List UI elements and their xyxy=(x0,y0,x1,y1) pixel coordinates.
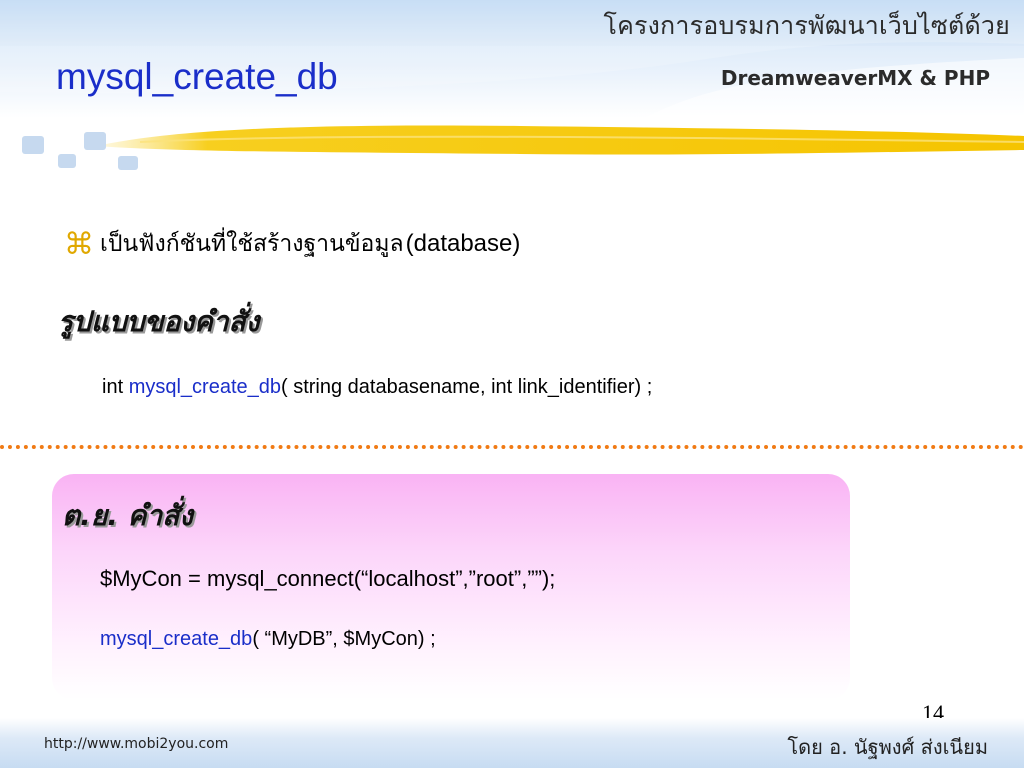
yellow-brush-stroke xyxy=(96,125,1024,155)
syntax-function-name: mysql_create_db xyxy=(128,376,281,398)
footer-author: โดย อ. นัฐพงศ์ ส่งเนียม xyxy=(787,735,988,759)
bullet-thai-text: เป็นฟังก์ชันที่ใช้สร้างฐานข้อมูล xyxy=(100,231,404,257)
example-heading: ต.ย. คำสั่ง xyxy=(62,499,193,532)
bullet-description: ⌘ เป็นฟังก์ชันที่ใช้สร้างฐานข้อมูล (data… xyxy=(64,226,520,262)
brand-subtitle: DreamweaverMX & PHP xyxy=(720,66,990,90)
example-code-line-1: $MyCon = mysql_connect(“localhost”,”root… xyxy=(100,566,556,591)
bullet-paren-text: (database) xyxy=(405,230,521,257)
slide-title: mysql_create_db xyxy=(56,56,338,97)
example-function-args: ( “MyDB”, $MyCon) ; xyxy=(252,628,436,650)
footer-url: http://www.mobi2you.com xyxy=(44,736,229,752)
syntax-params: ( string databasename, int link_identifi… xyxy=(281,376,653,398)
example-code-line-2: mysql_create_db( “MyDB”, $MyCon) ; xyxy=(100,628,436,651)
command-bullet-icon: ⌘ xyxy=(64,226,94,262)
example-function-name: mysql_create_db xyxy=(100,628,253,650)
slide: โครงการอบรมการพัฒนาเว็บไซต์ด้วย Dreamwea… xyxy=(0,0,1024,768)
syntax-heading: รูปแบบของคำสั่ง xyxy=(58,305,260,338)
syntax-return-type: int xyxy=(102,376,124,398)
brand-thai-title: โครงการอบรมการพัฒนาเว็บไซต์ด้วย xyxy=(603,11,1010,40)
syntax-line: int mysql_create_db( string databasename… xyxy=(102,376,652,399)
dotted-separator xyxy=(0,445,1024,449)
